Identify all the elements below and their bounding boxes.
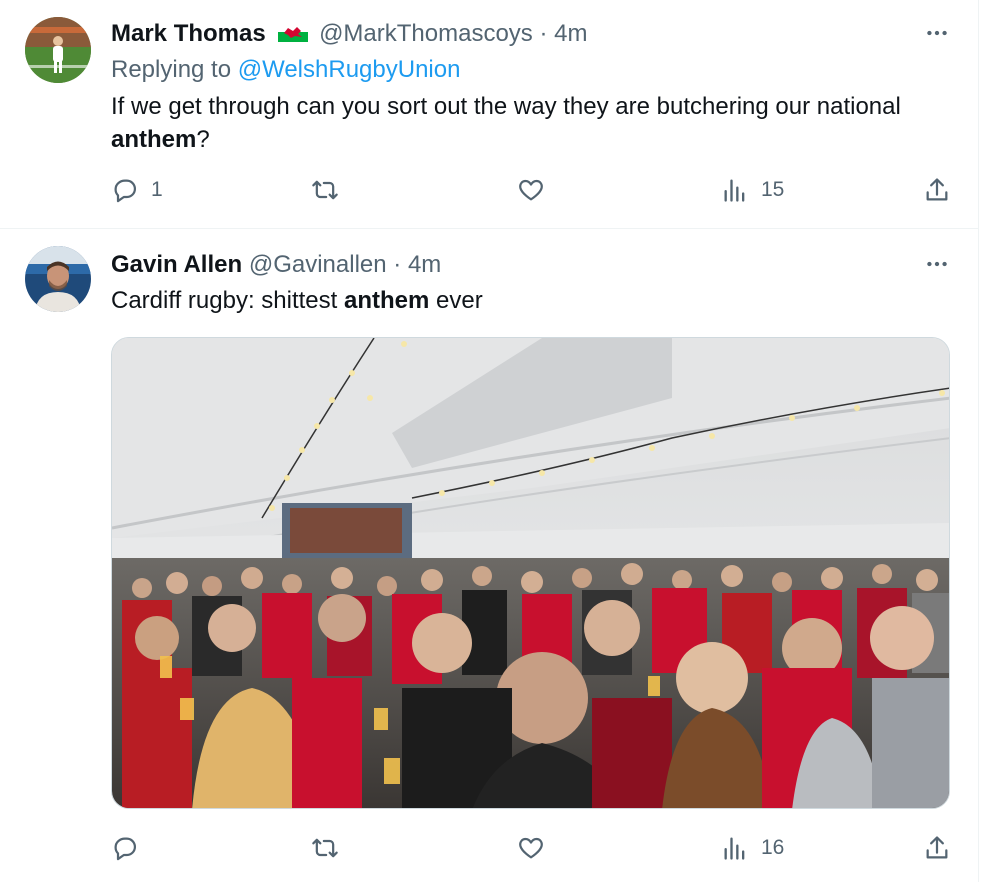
wales-flag-icon [278, 20, 309, 50]
reply-count: 1 [151, 178, 163, 201]
share-icon [926, 836, 948, 859]
tweet-text-part: If we get through can you sort out the w… [111, 93, 901, 120]
tweet-actions: 1 15 [111, 172, 951, 208]
views-icon [724, 179, 745, 202]
dot-separator: · [539, 20, 548, 47]
share-button[interactable] [923, 830, 951, 866]
replying-to-label: Replying to [111, 56, 232, 83]
retweet-icon [312, 180, 338, 200]
tweet-text-part: Cardiff rugby: shittest [111, 287, 338, 314]
tweet-text: If we get through can you sort out the w… [111, 90, 961, 156]
handle[interactable]: @Gavinallen [249, 251, 387, 278]
reply-icon [114, 179, 136, 203]
like-button[interactable] [517, 172, 557, 208]
retweet-icon [312, 838, 338, 858]
like-icon [519, 179, 543, 201]
avatar-gavin-allen[interactable] [25, 246, 91, 312]
retweet-button[interactable] [311, 172, 351, 208]
tweet-header: Mark Thomas @MarkThomascoys · 4m [111, 19, 588, 50]
more-options-button[interactable] [922, 18, 952, 48]
more-icon [927, 30, 947, 36]
display-name[interactable]: Gavin Allen [111, 251, 242, 278]
tweet-media-image[interactable] [111, 337, 950, 809]
views-icon [724, 837, 745, 860]
tweet-text-bold: anthem [111, 126, 197, 153]
share-icon [926, 178, 948, 201]
reply-button[interactable]: 1 [111, 172, 163, 208]
tweet-text-end: ever [436, 287, 483, 314]
tweet-text-bold: anthem [344, 287, 430, 314]
more-icon [927, 261, 947, 267]
views-count: 16 [761, 836, 785, 859]
timeline-border [978, 0, 979, 882]
replying-to-link[interactable]: @WelshRugbyUnion [238, 56, 461, 83]
dot-separator: · [393, 251, 402, 278]
timestamp[interactable]: 4m [554, 20, 587, 47]
avatar-mark-thomas[interactable] [25, 17, 91, 83]
like-button[interactable] [517, 830, 557, 866]
tweet-actions: 16 [111, 830, 951, 866]
display-name[interactable]: Mark Thomas [111, 20, 266, 47]
handle[interactable]: @MarkThomascoys [319, 20, 533, 47]
reply-button[interactable] [111, 830, 151, 866]
tweet-header: Gavin Allen @Gavinallen · 4m [111, 250, 441, 280]
views-button[interactable]: 15 [721, 172, 784, 208]
views-count: 15 [761, 178, 785, 201]
retweet-button[interactable] [311, 830, 351, 866]
views-button[interactable]: 16 [721, 830, 784, 866]
like-icon [519, 837, 543, 859]
more-options-button[interactable] [922, 249, 952, 279]
replying-to: Replying to @WelshRugbyUnion [111, 55, 460, 85]
reply-icon [114, 837, 136, 861]
share-button[interactable] [923, 172, 951, 208]
timestamp[interactable]: 4m [408, 251, 441, 278]
tweet-text: Cardiff rugby: shittest anthem ever [111, 284, 961, 317]
tweet-mark-thomas[interactable]: Mark Thomas @MarkThomascoys · 4m Replyin… [0, 0, 978, 228]
tweet-text-end: ? [196, 126, 210, 153]
